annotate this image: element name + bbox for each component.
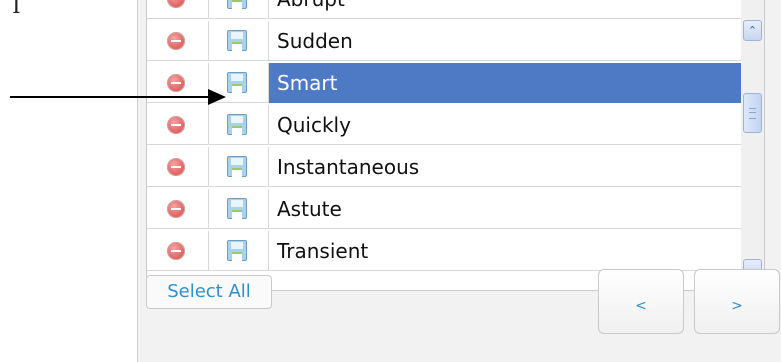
minus-circle-icon[interactable] bbox=[167, 242, 185, 260]
save-cell[interactable] bbox=[209, 147, 269, 187]
pointer-arrow-head bbox=[208, 89, 226, 105]
minus-circle-icon[interactable] bbox=[167, 200, 185, 218]
pointer-arrow-line bbox=[10, 96, 208, 98]
list-item[interactable]: Instantaneous bbox=[147, 147, 741, 187]
list-item-label[interactable]: Astute bbox=[269, 189, 741, 229]
list-item[interactable]: Smart bbox=[147, 63, 741, 103]
minus-circle-icon[interactable] bbox=[167, 116, 185, 134]
cursor-glyph: I bbox=[12, 0, 21, 19]
list-item-label[interactable]: Instantaneous bbox=[269, 147, 741, 187]
list-item-label[interactable]: Quickly bbox=[269, 105, 741, 145]
minus-circle-icon[interactable] bbox=[167, 158, 185, 176]
minus-circle-icon[interactable] bbox=[167, 32, 185, 50]
floppy-disk-icon[interactable] bbox=[227, 72, 247, 93]
delete-cell[interactable] bbox=[147, 21, 209, 61]
list-item-label[interactable]: Smart bbox=[269, 63, 741, 103]
minus-circle-icon[interactable] bbox=[167, 0, 185, 8]
delete-cell[interactable] bbox=[147, 147, 209, 187]
save-cell[interactable] bbox=[209, 105, 269, 145]
delete-cell[interactable] bbox=[147, 189, 209, 229]
delete-cell[interactable] bbox=[147, 105, 209, 145]
floppy-disk-icon[interactable] bbox=[227, 240, 247, 261]
floppy-disk-icon[interactable] bbox=[227, 30, 247, 51]
select-all-button[interactable]: Select All bbox=[146, 275, 272, 309]
delete-cell[interactable] bbox=[147, 0, 209, 19]
list-item[interactable]: Quickly bbox=[147, 105, 741, 145]
minus-circle-icon[interactable] bbox=[167, 74, 185, 92]
list-panel: Abrupt SuddenSmartQuicklyInstantaneousAst… bbox=[137, 0, 781, 362]
list-item-label[interactable]: Transient bbox=[269, 231, 741, 271]
list-item[interactable]: Abrupt bbox=[147, 0, 741, 19]
list-item-label[interactable]: Sudden bbox=[269, 21, 741, 61]
list-item[interactable]: Astute bbox=[147, 189, 741, 229]
scroll-up-button[interactable]: ⌃ bbox=[743, 20, 762, 41]
save-cell[interactable] bbox=[209, 21, 269, 61]
scroll-thumb[interactable] bbox=[743, 93, 762, 133]
list-item[interactable]: Transient bbox=[147, 231, 741, 271]
next-page-button[interactable]: > bbox=[694, 269, 780, 334]
word-list: Abrupt SuddenSmartQuicklyInstantaneousAst… bbox=[146, 0, 742, 291]
save-cell[interactable] bbox=[209, 189, 269, 229]
vertical-scrollbar[interactable]: ⌃ ⌄ bbox=[741, 0, 765, 290]
delete-cell[interactable] bbox=[147, 231, 209, 271]
list-item[interactable]: Sudden bbox=[147, 21, 741, 61]
floppy-disk-icon[interactable] bbox=[227, 114, 247, 135]
previous-page-button[interactable]: < bbox=[598, 269, 684, 334]
list-item-label[interactable]: Abrupt bbox=[269, 0, 741, 19]
save-cell[interactable] bbox=[209, 0, 269, 19]
floppy-disk-icon[interactable] bbox=[227, 156, 247, 177]
floppy-disk-icon[interactable] bbox=[227, 198, 247, 219]
floppy-disk-icon[interactable] bbox=[227, 0, 247, 9]
save-cell[interactable] bbox=[209, 231, 269, 271]
